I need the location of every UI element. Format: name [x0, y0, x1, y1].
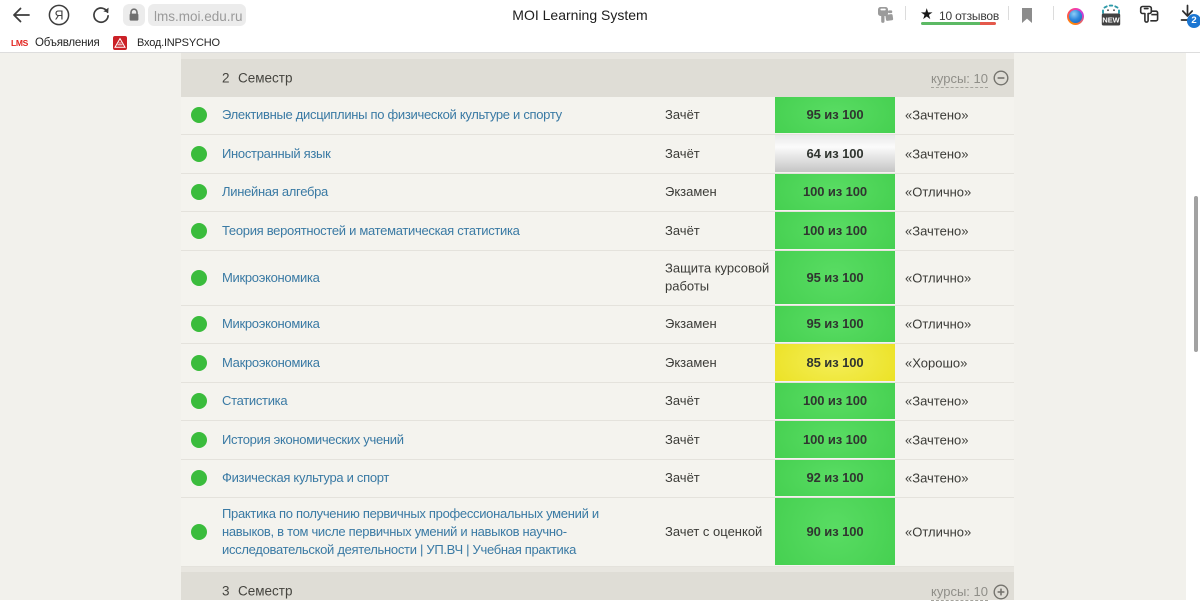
- svg-text:Я: Я: [54, 9, 63, 23]
- svg-text:NEW: NEW: [1102, 16, 1119, 25]
